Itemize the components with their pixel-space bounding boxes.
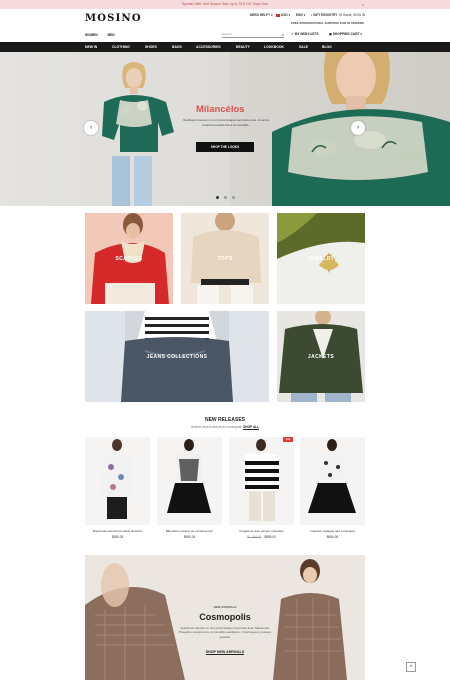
search-input[interactable]: Search ⌕ xyxy=(222,31,284,38)
hero-title: Milancélos xyxy=(196,104,245,115)
nav-item-accessories[interactable]: ACCESSORIES xyxy=(196,42,221,52)
product-card[interactable] xyxy=(300,437,365,525)
tab-women[interactable]: WOMEN xyxy=(85,33,98,37)
tab-men[interactable]: MEN xyxy=(107,33,114,37)
product-image xyxy=(101,439,133,519)
wishlist-link[interactable]: ♡ MY WISH LISTS xyxy=(291,32,319,36)
product-price-group: $1,190.00 $589.00 xyxy=(229,535,294,539)
language-select[interactable]: ENG ▾ xyxy=(296,13,305,17)
category-label: JACKETS xyxy=(307,354,335,360)
category-label: TOPS xyxy=(217,256,233,262)
search-placeholder: Search xyxy=(222,32,232,36)
product-name[interactable]: Interdum nullaque iaet consequat xyxy=(300,529,365,533)
new-releases-title: NEW RELEASES xyxy=(204,417,245,423)
account-link[interactable]: Hi Guest, SIGN IN xyxy=(339,13,365,17)
product-image xyxy=(308,439,356,513)
nav-item-beauty[interactable]: BEAUTY xyxy=(236,42,250,52)
search-icon[interactable]: ⌕ xyxy=(282,31,284,38)
product-price: $960.00 xyxy=(183,535,196,539)
new-releases-subtitle-text: Aenean ibus tincidunt du consequat. xyxy=(190,425,243,429)
promo-banner-title: Cosmopolis xyxy=(199,612,251,622)
heart-icon: ♡ xyxy=(291,32,294,36)
gift-registry-link[interactable]: ▪ GIFT REGISTRY xyxy=(311,13,337,17)
hero-slider: ‹ › xyxy=(0,52,450,206)
currency-label: USD ▾ xyxy=(281,13,291,17)
category-label: JEANS COLLECTIONS xyxy=(146,354,208,360)
promo-text[interactable]: Special Offer: Mid Season Sale up to 70%… xyxy=(182,2,268,6)
gift-registry-label: GIFT REGISTRY xyxy=(313,13,338,17)
product-price: $690.00 xyxy=(326,535,339,539)
main-nav: NEW IN CLOTHING SHOES BAGS ACCESSORIES B… xyxy=(0,42,450,52)
close-icon[interactable]: × xyxy=(362,0,364,9)
category-tile-tops[interactable]: TOPS xyxy=(181,213,269,304)
product-card[interactable] xyxy=(85,437,150,525)
slider-next-button[interactable]: › xyxy=(351,121,365,135)
nav-item-shoes[interactable]: SHOES xyxy=(145,42,157,52)
currency-select[interactable]: USD ▾ xyxy=(276,13,290,17)
slider-dots xyxy=(216,195,240,200)
category-label: SCARVES xyxy=(115,256,143,262)
cart-label: SHOPPING CART ▾ xyxy=(332,32,362,36)
gender-tabs: WOMEN MEN xyxy=(85,33,124,37)
product-price: $380.00 xyxy=(111,535,124,539)
cart-icon: ▣ xyxy=(329,32,333,36)
product-name[interactable]: Bibendum pretium ac condimentum xyxy=(157,529,222,533)
flag-icon xyxy=(276,13,280,17)
slider-prev-button[interactable]: ‹ xyxy=(84,121,98,135)
category-tile-jackets[interactable]: JACKETS xyxy=(277,311,365,402)
shop-all-link[interactable]: SHOP ALL xyxy=(243,425,259,429)
new-releases-subtitle: Aenean ibus tincidunt du consequat. SHOP… xyxy=(0,425,450,429)
slider-dot[interactable] xyxy=(232,196,235,199)
slider-dot[interactable] xyxy=(216,196,219,199)
promo-bar[interactable]: Special Offer: Mid Season Sale up to 70%… xyxy=(0,0,450,9)
category-tile-scarves[interactable]: SCARVES xyxy=(85,213,173,304)
nav-item-new-in[interactable]: NEW IN xyxy=(85,42,97,52)
product-price: $589.00 xyxy=(264,535,276,539)
nav-item-blog[interactable]: BLOG xyxy=(322,42,332,52)
cart-link[interactable]: ▣ SHOPPING CART ▾ xyxy=(329,32,362,36)
product-card[interactable] xyxy=(157,437,222,525)
need-help-link[interactable]: NEED HELP? ▾ xyxy=(250,13,273,17)
product-name[interactable]: Maecenas elementum lacus tincidunt xyxy=(85,529,150,533)
product-old-price: $1,190.00 xyxy=(247,535,262,539)
free-shipping-text: FREE INTERNATIONAL SHIPPING FOR $5 ORDER… xyxy=(290,21,364,25)
gift-icon: ▪ xyxy=(311,13,313,17)
nav-item-bags[interactable]: BAGS xyxy=(172,42,182,52)
product-image xyxy=(167,439,211,513)
category-label: JEWELRY xyxy=(307,256,335,262)
back-to-top-button[interactable]: ^ xyxy=(406,662,416,672)
sale-badge: Sale xyxy=(283,437,293,442)
category-tile-jewelry[interactable]: JEWELRY xyxy=(277,213,365,304)
shop-the-looks-button[interactable]: SHOP THE LOOKS xyxy=(196,142,254,152)
product-image xyxy=(243,439,279,521)
promo-banner-text: Vestibulum laoreet mi non porta ipsique … xyxy=(178,626,272,639)
shop-new-arrivals-link[interactable]: SHOP NEW ARRIVALS xyxy=(0,650,450,655)
shop-new-arrivals-label: SHOP NEW ARRIVALS xyxy=(205,650,245,655)
nav-item-sale[interactable]: SALE xyxy=(299,42,308,52)
nav-item-clothing[interactable]: CLOTHING xyxy=(112,42,130,52)
product-name[interactable]: Feugiat ac arcu tempor imperdiet xyxy=(229,529,294,533)
wishlist-label: MY WISH LISTS xyxy=(294,32,319,36)
hero-description: Vestibulum laoreet mi non porta ipsique … xyxy=(182,118,270,127)
promo-banner-eyebrow: NEW ARRIVALS xyxy=(213,605,237,609)
category-tile-jeans[interactable]: JEANS COLLECTIONS xyxy=(85,311,269,402)
nav-item-lookbook[interactable]: LOOKBOOK xyxy=(264,42,284,52)
hero-model-image-left xyxy=(102,62,174,206)
product-card[interactable] xyxy=(229,437,294,525)
slider-dot[interactable] xyxy=(224,196,227,199)
logo[interactable]: MOSINO xyxy=(85,13,142,24)
